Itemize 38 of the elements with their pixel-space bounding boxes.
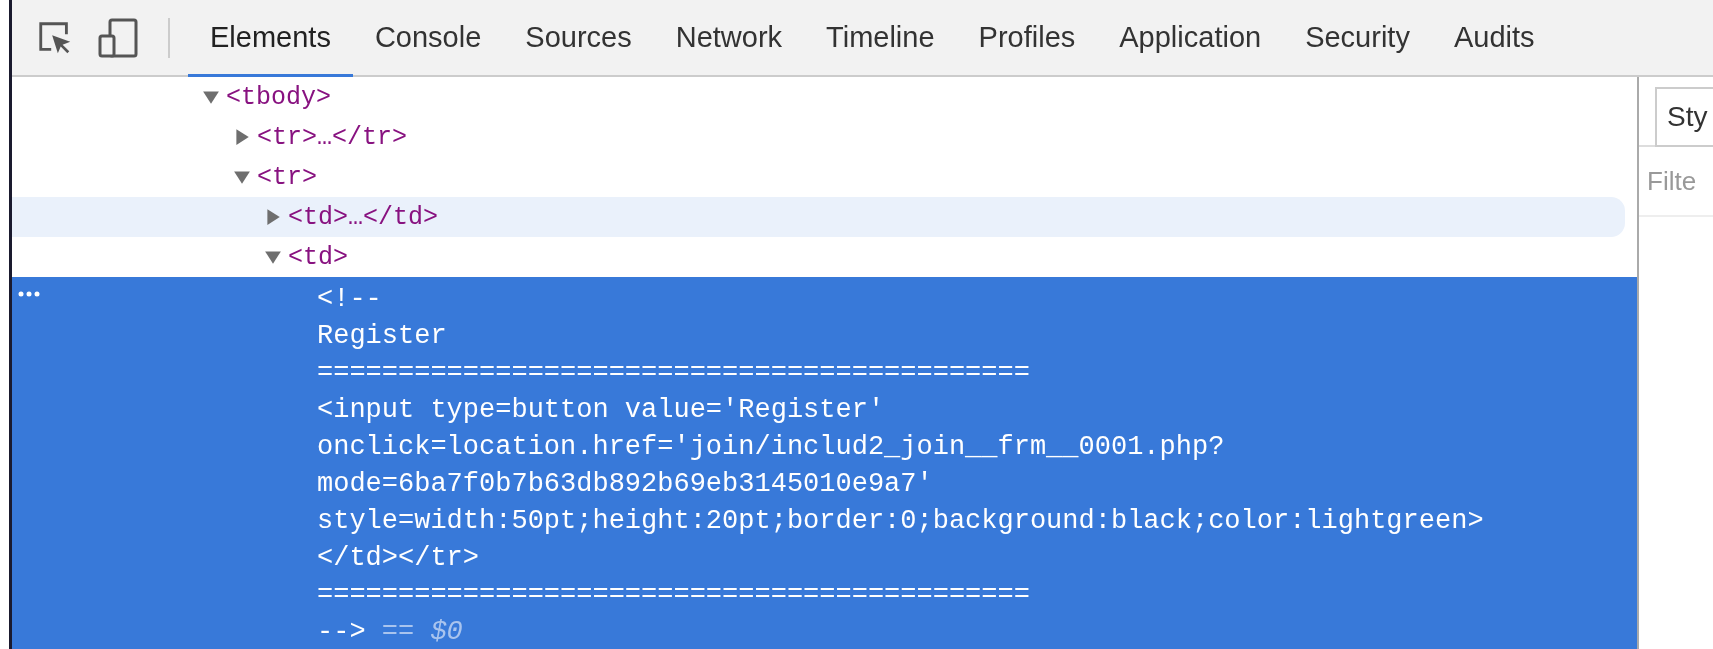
comment-text: Register [317,321,447,351]
panel-tab[interactable]: Elements [188,1,353,77]
comment-text: mode=6ba7f0b7b63db892b69eb3145010e9a7' [317,469,933,499]
collapsed-arrow-icon[interactable] [233,128,251,146]
comment-text: <input type=button value='Register' [317,395,885,425]
panel-tab[interactable]: Timeline [804,1,957,77]
html-tag: <tbody> [226,82,332,112]
panel-tab[interactable]: Console [352,1,504,77]
comment-text: ============================================ [317,358,1030,388]
comment-text: onclick=location.href='join/includ2_join__frm__0001.php? [317,432,1225,462]
html-tag: <td> [288,242,348,272]
panel-tab[interactable]: Network [653,1,805,77]
panel-tab[interactable]: Security [1283,1,1432,77]
device-toolbar-icon[interactable] [98,17,138,58]
dom-node-row[interactable]: <tr> [12,157,1625,197]
panel-tab[interactable]: Application [1097,1,1284,77]
html-tag: <td>…</td> [288,202,439,232]
selected-marker: == $0 [381,617,463,647]
dom-node-row[interactable]: <tbody> [12,77,1625,117]
comment-text: </td></tr> [317,543,480,573]
comment-text: ============================================ [317,580,1030,610]
dom-node-row[interactable]: <tr>…</tr> [12,117,1625,157]
styles-tab[interactable]: Sty [1655,87,1713,147]
html-tag: <tr>…</tr> [257,122,408,152]
expanded-arrow-icon[interactable] [202,88,220,106]
expanded-arrow-icon[interactable] [264,248,282,266]
comment-text: <!-- [317,284,382,314]
comment-text: style=width:50pt;height:20pt;border:0;background:black;color:lightgreen> [317,506,1484,536]
html-tag: <tr> [257,162,317,192]
collapsed-arrow-icon[interactable] [264,208,282,226]
expanded-arrow-icon[interactable] [233,168,251,186]
dom-node-row[interactable]: <td> [12,237,1625,277]
comment-node[interactable] [12,277,1637,649]
panel-tab[interactable]: Audits [1431,1,1557,77]
dom-node-row[interactable]: <td>…</td> [12,197,1625,237]
comment-text: --> [317,617,366,647]
panel-tab[interactable]: Profiles [956,1,1098,77]
panel-tab[interactable]: Sources [503,1,654,77]
